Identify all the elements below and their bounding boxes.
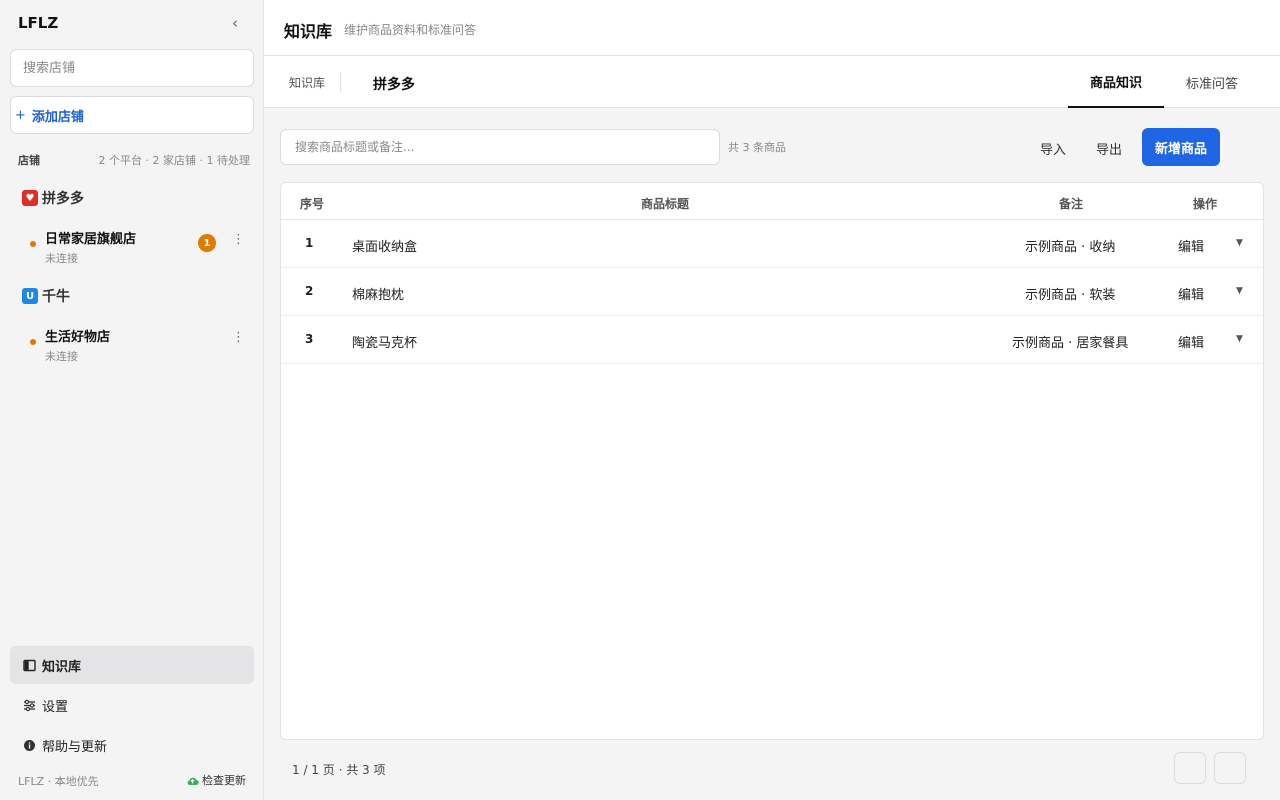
column-header-title: 商品标题 xyxy=(641,197,690,211)
info-icon xyxy=(22,739,36,752)
content-area: 共 3 条商品 导入 导出 新增商品 序号 商品标题 备注 操作 1 桌面收纳盒… xyxy=(264,108,1280,800)
edit-button[interactable]: 编辑 xyxy=(1178,236,1204,255)
check-update-button[interactable]: 检查更新 xyxy=(186,772,246,788)
nav-label: 帮助与更新 xyxy=(42,739,108,755)
cloud-upload-icon xyxy=(186,775,199,786)
row-index: 2 xyxy=(305,284,314,298)
row-note: 示例商品 · 居家餐具 xyxy=(1012,336,1129,351)
nav-settings[interactable]: 设置 xyxy=(10,686,254,724)
store-name: 日常家居旗舰店 xyxy=(45,232,137,247)
row-index: 1 xyxy=(305,236,314,250)
breadcrumb-divider xyxy=(340,72,341,92)
chevron-left-icon[interactable]: ‹ xyxy=(232,14,238,32)
pending-badge: 1 xyxy=(198,234,216,252)
check-update-label: 检查更新 xyxy=(202,774,246,787)
nav-label: 设置 xyxy=(42,699,69,715)
product-table: 序号 商品标题 备注 操作 1 桌面收纳盒 示例商品 · 收纳 编辑 ▼ 2 棉… xyxy=(280,182,1264,740)
platform-name: 千牛 xyxy=(42,289,70,305)
table-row: 1 桌面收纳盒 示例商品 · 收纳 编辑 ▼ xyxy=(281,220,1263,268)
add-store-button[interactable]: + 添加店铺 xyxy=(10,96,254,134)
page-title: 知识库 xyxy=(284,22,333,41)
table-row: 2 棉麻抱枕 示例商品 · 软装 编辑 ▼ xyxy=(281,268,1263,316)
breadcrumb-current: 拼多多 xyxy=(373,77,415,93)
tab-product-knowledge[interactable]: 商品知识 xyxy=(1068,56,1164,108)
platform-name: 拼多多 xyxy=(42,191,84,207)
store-status: 未连接 xyxy=(45,252,78,265)
store-search-input[interactable] xyxy=(10,49,254,87)
status-dot xyxy=(30,241,36,247)
table-row: 3 陶瓷马克杯 示例商品 · 居家餐具 编辑 ▼ xyxy=(281,316,1263,364)
row-index: 3 xyxy=(305,332,314,346)
sidebar: LFLZ ‹ + 添加店铺 店铺 2 个平台 · 2 家店铺 · 1 待处理 ♥… xyxy=(0,0,264,800)
next-page-button[interactable] xyxy=(1214,752,1246,784)
more-vertical-icon[interactable]: ⋮ xyxy=(232,233,245,246)
stores-section-header: 店铺 2 个平台 · 2 家店铺 · 1 待处理 xyxy=(18,152,250,168)
sub-header: 知识库 拼多多 商品知识 标准问答 xyxy=(264,56,1280,108)
status-dot xyxy=(30,339,36,345)
nav-help-updates[interactable]: 帮助与更新 xyxy=(10,726,254,764)
pinduoduo-icon: ♥ xyxy=(22,190,38,206)
sliders-icon xyxy=(22,699,36,712)
stores-section-title: 店铺 xyxy=(18,154,40,167)
store-status: 未连接 xyxy=(45,350,78,363)
add-product-button[interactable]: 新增商品 xyxy=(1142,128,1220,166)
page-header: 知识库 维护商品资料和标准问答 xyxy=(264,0,1280,56)
column-header-note: 备注 xyxy=(1059,197,1084,211)
footer-tagline: LFLZ · 本地优先 xyxy=(18,775,99,788)
app-brand: LFLZ xyxy=(18,14,59,32)
caret-down-icon[interactable]: ▼ xyxy=(1236,286,1243,296)
pagination-info: 1 / 1 页 · 共 3 项 xyxy=(292,763,386,777)
page-subtitle: 维护商品资料和标准问答 xyxy=(344,23,477,37)
prev-page-button[interactable] xyxy=(1174,752,1206,784)
book-icon xyxy=(22,659,36,672)
platform-pinduoduo: ♥ 拼多多 xyxy=(22,188,84,208)
caret-down-icon[interactable]: ▼ xyxy=(1236,334,1243,344)
row-note: 示例商品 · 软装 xyxy=(1025,288,1116,303)
row-title: 桌面收纳盒 xyxy=(352,240,418,255)
platform-qianniu: U 千牛 xyxy=(22,286,70,306)
store-item-daily-home[interactable]: 日常家居旗舰店 未连接 1 ⋮ xyxy=(28,228,250,268)
nav-label: 知识库 xyxy=(42,659,82,675)
qianniu-icon: U xyxy=(22,288,38,304)
column-header-index: 序号 xyxy=(300,197,325,211)
row-title: 棉麻抱枕 xyxy=(352,288,405,303)
row-note: 示例商品 · 收纳 xyxy=(1025,240,1116,255)
plus-icon: + xyxy=(15,107,26,123)
main-area: 知识库 维护商品资料和标准问答 知识库 拼多多 商品知识 标准问答 共 3 条商… xyxy=(264,0,1280,800)
edit-button[interactable]: 编辑 xyxy=(1178,284,1204,303)
store-item-life-goods[interactable]: 生活好物店 未连接 ⋮ xyxy=(28,326,250,366)
caret-down-icon[interactable]: ▼ xyxy=(1236,238,1243,248)
import-button[interactable]: 导入 xyxy=(1040,139,1066,158)
row-title: 陶瓷马克杯 xyxy=(352,336,418,351)
stores-section-summary: 2 个平台 · 2 家店铺 · 1 待处理 xyxy=(98,154,250,167)
store-name: 生活好物店 xyxy=(45,330,111,345)
more-vertical-icon[interactable]: ⋮ xyxy=(232,331,245,344)
column-header-action: 操作 xyxy=(1193,197,1218,211)
nav-knowledge-base[interactable]: 知识库 xyxy=(10,646,254,684)
tab-standard-qa[interactable]: 标准问答 xyxy=(1164,56,1260,108)
breadcrumb-root[interactable]: 知识库 xyxy=(289,74,325,91)
product-search-input[interactable] xyxy=(280,129,720,165)
edit-button[interactable]: 编辑 xyxy=(1178,332,1204,351)
table-header: 序号 商品标题 备注 操作 xyxy=(281,183,1263,220)
export-button[interactable]: 导出 xyxy=(1096,139,1122,158)
add-store-label: 添加店铺 xyxy=(31,109,84,125)
product-count: 共 3 条商品 xyxy=(728,141,786,154)
